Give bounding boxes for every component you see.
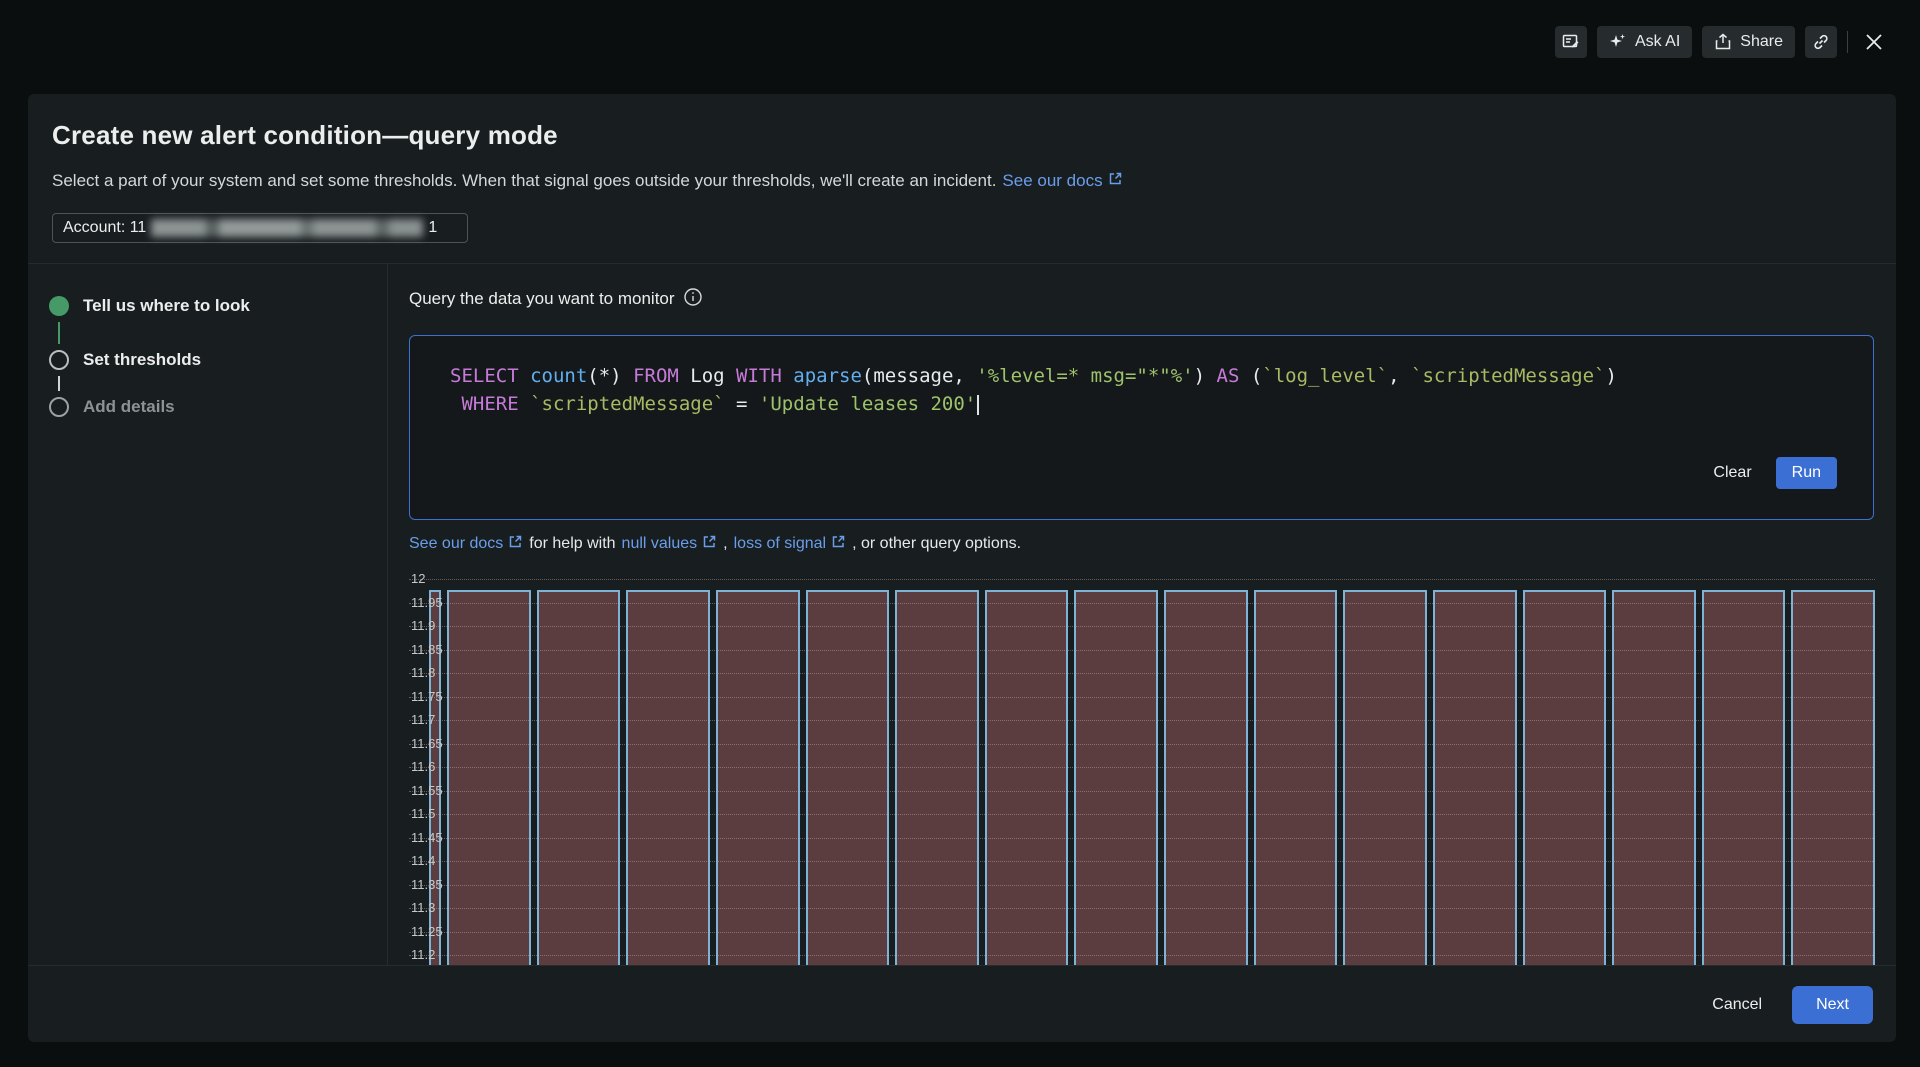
cancel-button[interactable]: Cancel (1712, 996, 1762, 1014)
y-tick-label: 11.7 (411, 712, 436, 727)
query-preview-chart: 12 11.95 11.9 11.85 11.8 11.75 11.7 11.65 11.6 11… (409, 564, 1875, 965)
step-label: Set thresholds (83, 350, 202, 369)
external-link-icon (702, 534, 717, 554)
sparkle-icon (1609, 33, 1627, 51)
notes-edit-button[interactable] (1554, 26, 1587, 58)
query-line: SELECT count(*) FROM Log WITH aparse(mes… (450, 365, 1617, 387)
gridline (409, 861, 1875, 862)
steps: Tell us where to look Set thresholds Add d… (49, 296, 363, 417)
y-tick-label: 11.55 (411, 782, 443, 798)
gridline (409, 767, 1875, 768)
step-set-thresholds[interactable]: Set thresholds (49, 350, 363, 370)
step-label: Tell us where to look (83, 296, 250, 315)
y-tick-label: 11.3 (411, 900, 436, 915)
close-button[interactable] (1858, 26, 1890, 58)
step-dot (49, 397, 69, 417)
main-panel: Query the data you want to monitor SELEC… (388, 264, 1896, 965)
gridline (409, 955, 1875, 956)
modal-subtitle: Select a part of your system and set som… (52, 171, 1872, 191)
account-prefix: Account: 11 (63, 219, 147, 236)
step-connector (58, 322, 60, 344)
copy-link-button[interactable] (1805, 26, 1837, 58)
step-tell-us-where-to-look[interactable]: Tell us where to look (49, 296, 363, 316)
external-link-icon (508, 534, 523, 554)
step-dot (49, 296, 69, 316)
query-label: Query the data you want to monitor (409, 289, 675, 308)
step-dot (49, 350, 69, 370)
gridline (409, 908, 1875, 909)
gridline (409, 696, 1875, 698)
run-button[interactable]: Run (1775, 457, 1837, 489)
external-link-icon (1108, 171, 1123, 191)
close-icon (1863, 31, 1885, 53)
docs-help-row: See our docs for help with null values, los… (409, 534, 1875, 554)
gridline (409, 602, 1875, 604)
create-alert-condition-modal: Create new alert condition—query mode Se… (28, 94, 1896, 1042)
y-tick-label: 11.2 (411, 947, 436, 962)
link-icon (1812, 33, 1830, 51)
y-tick-label: 11.5 (411, 806, 436, 821)
docs-text: for help with (529, 535, 616, 552)
y-tick-label: 11.9 (411, 618, 436, 633)
query-label-row: Query the data you want to monitor (409, 286, 1875, 312)
text-cursor (977, 394, 980, 415)
page-title: Create new alert condition—query mode (52, 120, 558, 150)
y-tick-label: 11.65 (411, 735, 443, 751)
query-code: SELECT count(*) FROM Log WITH aparse(mes… (410, 336, 1873, 418)
y-tick-label: 11.45 (411, 829, 443, 845)
editor-actions: Clear Run (1713, 457, 1837, 489)
modal-footer: Cancel Next (28, 965, 1896, 1042)
see-our-docs-link[interactable]: See our docs (1002, 171, 1122, 191)
share-label: Share (1740, 33, 1783, 50)
account-redacted-blur (151, 219, 424, 237)
y-tick-label: 11.6 (411, 759, 436, 774)
step-add-details[interactable]: Add details (49, 397, 363, 417)
docs-link[interactable]: See our docs (409, 534, 523, 554)
gridline (409, 673, 1875, 674)
gridline (409, 649, 1875, 651)
gridline (409, 626, 1875, 627)
gridline (409, 720, 1875, 721)
top-toolbar: Ask AI Share (1554, 26, 1890, 58)
query-line: WHERE `scriptedMessage` = 'Update leases… (450, 390, 1853, 418)
gridline (409, 790, 1875, 792)
account-suffix: 1 (428, 219, 438, 236)
y-tick-label: 11.4 (411, 853, 436, 868)
ask-ai-button[interactable]: Ask AI (1596, 26, 1693, 58)
gridline (409, 814, 1875, 815)
gridline (409, 931, 1875, 933)
step-label: Add details (83, 397, 175, 416)
steps-sidebar: Tell us where to look Set thresholds Add d… (28, 264, 388, 965)
docs-link[interactable]: loss of signal (734, 534, 847, 554)
subtitle-text: Select a part of your system and set som… (52, 171, 997, 190)
y-tick-label: 11.85 (411, 641, 443, 657)
y-tick-label: 11.25 (411, 923, 443, 939)
query-editor[interactable]: SELECT count(*) FROM Log WITH aparse(mes… (409, 335, 1874, 520)
y-tick-label: 11.95 (411, 594, 443, 610)
account-dropdown[interactable]: Account: 11 1 (52, 213, 468, 243)
modal-body: Tell us where to look Set thresholds Add d… (28, 264, 1896, 965)
info-icon[interactable] (683, 287, 703, 312)
gridline (409, 837, 1875, 839)
gridline (409, 884, 1875, 886)
external-link-icon (831, 534, 846, 554)
notes-edit-icon (1562, 33, 1580, 51)
docs-text: , (723, 535, 728, 552)
next-button[interactable]: Next (1792, 986, 1873, 1024)
toolbar-divider (1847, 31, 1848, 53)
y-tick-label: 12 (411, 571, 426, 586)
share-button[interactable]: Share (1702, 26, 1795, 58)
modal-header: Create new alert condition—query mode Se… (28, 94, 1896, 191)
y-tick-label: 11.35 (411, 876, 443, 892)
share-icon (1714, 33, 1732, 51)
docs-link[interactable]: null values (622, 534, 718, 554)
y-tick-label: 11.75 (411, 688, 443, 704)
clear-button[interactable]: Clear (1713, 464, 1751, 482)
ask-ai-label: Ask AI (1634, 33, 1681, 50)
gridline (409, 579, 1875, 580)
step-connector (58, 376, 60, 391)
y-tick-label: 11.8 (411, 665, 436, 680)
gridline (409, 743, 1875, 745)
docs-text: , or other query options. (852, 535, 1022, 552)
